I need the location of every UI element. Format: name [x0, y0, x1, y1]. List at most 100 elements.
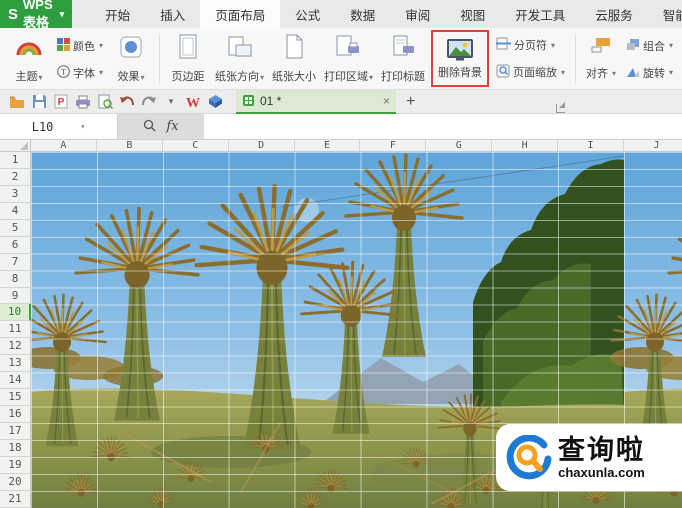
column-header[interactable]: H [492, 140, 559, 151]
row-header[interactable]: 11 [0, 321, 31, 339]
tab-insert[interactable]: 插入 [145, 0, 200, 28]
column-header[interactable]: F [360, 140, 427, 151]
row-header[interactable]: 18 [0, 439, 31, 457]
tab-developer[interactable]: 开发工具 [500, 0, 580, 28]
fonts-icon: T [57, 64, 70, 81]
column-header[interactable]: I [558, 140, 625, 151]
column-header[interactable]: J [624, 140, 682, 151]
remove-background-highlight: 删除背景 [430, 30, 489, 87]
tab-data[interactable]: 数据 [335, 0, 390, 28]
undo-icon[interactable] [116, 92, 138, 112]
toolbar-more-dropdown-icon[interactable]: ▾ [160, 92, 182, 112]
row-header[interactable]: 19 [0, 456, 31, 474]
namebox-dropdown-icon[interactable]: ▾ [80, 122, 85, 131]
theme-button[interactable]: 主题▾ [6, 31, 52, 87]
row-header[interactable]: 4 [0, 202, 31, 220]
print-area-button[interactable]: 打印区域▾ [320, 31, 377, 87]
print-preview-icon[interactable] [94, 92, 116, 112]
sheet-canvas[interactable]: 查询啦 chaxunla.com [31, 152, 682, 508]
redo-icon[interactable] [138, 92, 160, 112]
search-icon[interactable] [143, 119, 156, 135]
tab-smart-tools[interactable]: 智能工 [648, 0, 682, 28]
wps-writer-icon[interactable]: W [182, 92, 204, 112]
app-title: WPS 表格 [23, 0, 53, 30]
quick-access-toolbar: P ▾ W 01 * × + [0, 89, 682, 114]
formula-bar-row: L10 ▾ fx [0, 114, 682, 140]
formula-input[interactable] [204, 114, 682, 139]
watermark-title: 查询啦 [558, 434, 645, 465]
tab-view[interactable]: 视图 [445, 0, 500, 28]
open-folder-icon[interactable] [6, 92, 28, 112]
row-header[interactable]: 9 [0, 287, 31, 305]
row-header[interactable]: 12 [0, 338, 31, 356]
row-header[interactable]: 15 [0, 389, 31, 407]
ribbon: 主题▾ 颜色 ▾ T 字体 ▾ 效果▾ 页边距 纸张方向▾ 纸张大小 打印区域▾… [0, 28, 682, 113]
print-titles-button[interactable]: 打印标题 [377, 31, 429, 87]
print-titles-icon [390, 33, 416, 61]
title-bar: S WPS 表格 ▾ 开始 插入 页面布局 公式 数据 审阅 视图 开发工具 云… [0, 0, 682, 30]
theme-label: 主题▾ [15, 71, 43, 83]
align-button[interactable]: 对齐 ▾ [583, 64, 619, 82]
row-header[interactable]: 2 [0, 168, 31, 186]
column-header[interactable]: G [426, 140, 493, 151]
print-area-icon [335, 33, 361, 61]
svg-text:W: W [186, 96, 200, 109]
fonts-button[interactable]: T 字体 ▾ [54, 64, 106, 82]
column-header[interactable]: A [31, 140, 97, 151]
row-header[interactable]: 20 [0, 473, 31, 491]
column-header[interactable]: C [162, 140, 229, 151]
row-header[interactable]: 16 [0, 406, 31, 423]
new-tab-button[interactable]: + [406, 93, 415, 111]
row-header[interactable]: 17 [0, 423, 31, 440]
tab-formulas[interactable]: 公式 [280, 0, 335, 28]
tab-page-layout[interactable]: 页面布局 [200, 0, 281, 28]
print-icon[interactable] [72, 92, 94, 112]
dialog-launcher-icon[interactable] [556, 104, 565, 113]
column-header[interactable]: B [96, 140, 163, 151]
effects-label: 效果▾ [117, 71, 145, 83]
column-header[interactable]: D [228, 140, 295, 151]
column-header[interactable]: E [294, 140, 361, 151]
page-zoom-icon [496, 64, 510, 81]
document-tab[interactable]: 01 * × [236, 89, 396, 114]
tab-review[interactable]: 审阅 [390, 0, 445, 28]
page-margins-button[interactable]: 页边距 [165, 31, 211, 87]
colors-button[interactable]: 颜色 ▾ [54, 37, 106, 55]
effects-icon [120, 33, 142, 61]
tab-home[interactable]: 开始 [90, 0, 145, 28]
row-header[interactable]: 5 [0, 219, 31, 237]
row-header[interactable]: 1 [0, 152, 31, 169]
wps-cloud-icon[interactable] [204, 92, 226, 112]
effects-button[interactable]: 效果▾ [108, 31, 154, 87]
page-zoom-button[interactable]: 页面缩放 ▾ [493, 63, 568, 82]
orientation-button[interactable]: 纸张方向▾ [211, 31, 268, 87]
group-button[interactable]: 组合 ▾ [623, 37, 676, 55]
tab-cloud[interactable]: 云服务 [580, 0, 648, 28]
row-headers: 1 2 3 4 5 6 7 8 9 10 11 12 13 14 15 16 17 18 19 20 21 [0, 152, 31, 508]
row-header[interactable]: 21 [0, 490, 31, 508]
row-header[interactable]: 7 [0, 253, 31, 271]
row-header[interactable]: 13 [0, 355, 31, 373]
row-header[interactable]: 8 [0, 270, 31, 288]
spreadsheet: ABCDEFGHIJ 1 2 3 4 5 6 7 8 9 10 11 12 13 14 15 16 17 18 19… [0, 140, 682, 508]
cell-reference: L10 [31, 119, 54, 134]
menu-tab-bar: 开始 插入 页面布局 公式 数据 审阅 视图 开发工具 云服务 智能工 [72, 0, 682, 28]
save-icon[interactable] [28, 92, 50, 112]
group-icon [626, 38, 640, 54]
remove-background-button[interactable]: 删除背景 [434, 34, 486, 83]
name-box[interactable]: L10 ▾ [0, 114, 118, 139]
row-header[interactable]: 10 [0, 304, 31, 322]
close-tab-icon[interactable]: × [383, 94, 390, 108]
paper-size-button[interactable]: 纸张大小 [268, 31, 320, 87]
row-header[interactable]: 3 [0, 185, 31, 203]
select-all-corner[interactable] [0, 140, 31, 152]
row-header[interactable]: 14 [0, 372, 31, 390]
row-header[interactable]: 6 [0, 236, 31, 254]
document-tab-title: 01 * [260, 93, 282, 108]
page-break-button[interactable]: 分页符 ▾ [493, 36, 568, 54]
fx-button[interactable]: fx [166, 119, 178, 134]
wps-brand-button[interactable]: S WPS 表格 ▾ [0, 0, 73, 30]
paper-size-icon [283, 33, 305, 61]
export-pdf-icon[interactable]: P [50, 92, 72, 112]
rotate-button[interactable]: 旋转 ▾ [623, 64, 676, 82]
